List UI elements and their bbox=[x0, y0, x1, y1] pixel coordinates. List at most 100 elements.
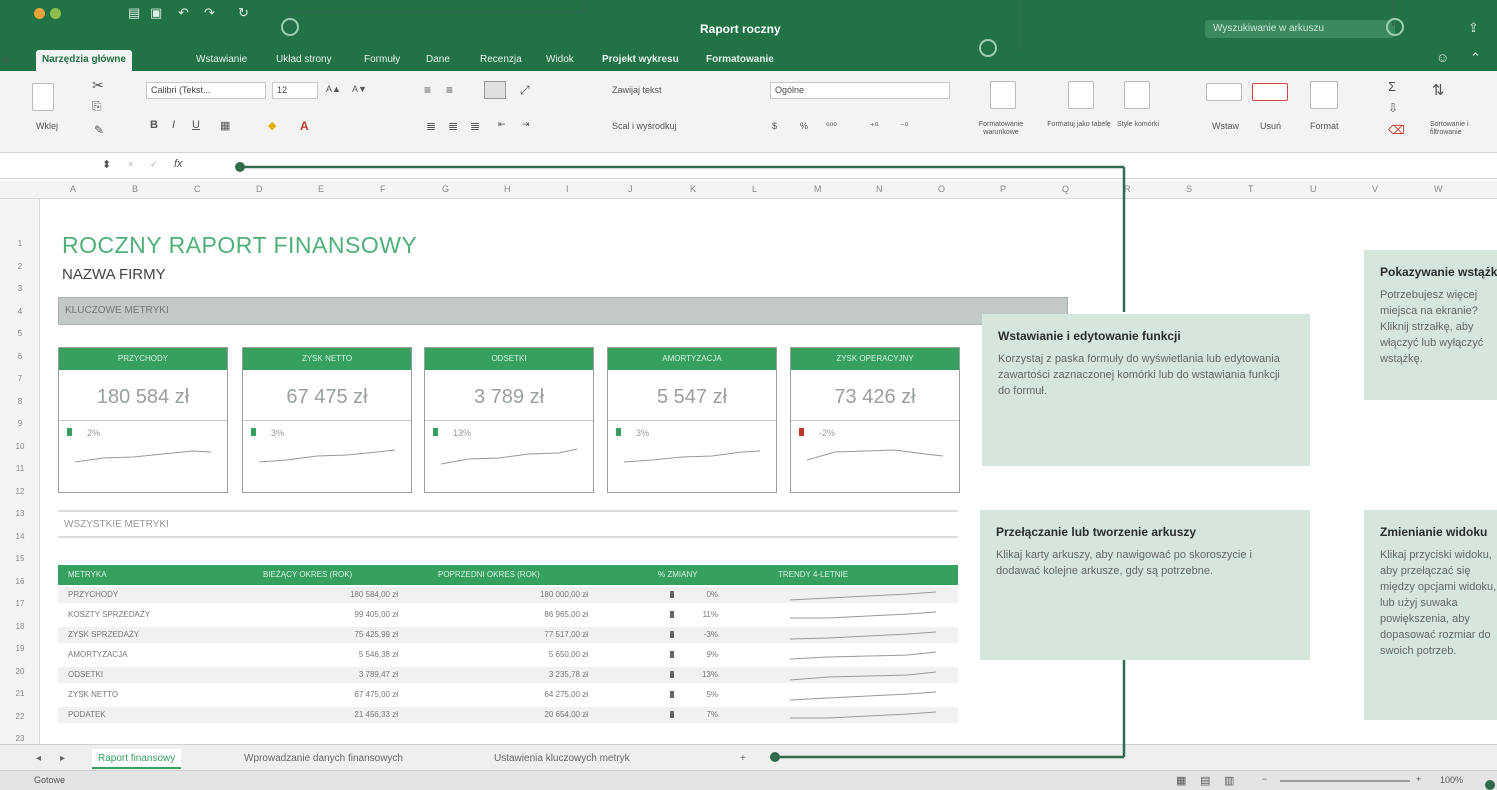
copy-icon[interactable]: ⎘ bbox=[92, 99, 102, 114]
normal-view-icon[interactable]: ▦ bbox=[1176, 774, 1186, 787]
currency-button[interactable]: $ bbox=[772, 121, 777, 131]
row-header[interactable]: 1 bbox=[0, 239, 40, 248]
page-break-view-icon[interactable]: ▥ bbox=[1224, 774, 1234, 787]
decrease-decimal-icon[interactable]: ⁻⁰ bbox=[900, 121, 908, 132]
fill-color-icon[interactable]: ◆ bbox=[268, 119, 276, 132]
insert-cells-icon[interactable] bbox=[1206, 83, 1242, 101]
name-box-arrow-icon[interactable]: ⬍ bbox=[102, 158, 111, 171]
italic-button[interactable]: I bbox=[172, 119, 175, 131]
tab-format[interactable]: Formatowanie bbox=[700, 50, 780, 71]
row-header[interactable]: 5 bbox=[0, 329, 40, 338]
row-header[interactable]: 11 bbox=[0, 464, 40, 473]
table-row[interactable]: ODSETKI 3 789,47 zł 3 235,78 zł 13% bbox=[58, 667, 958, 683]
align-bottom-icon[interactable] bbox=[484, 81, 506, 99]
row-header[interactable]: 20 bbox=[0, 667, 40, 676]
tab-view[interactable]: Widok bbox=[540, 50, 580, 71]
undo-icon[interactable]: ↶ bbox=[178, 5, 189, 21]
row-header[interactable]: 10 bbox=[0, 442, 40, 451]
table-row[interactable]: KOSZTY SPRZEDAŻY 99 405,00 zł 86 965,00 zł… bbox=[58, 607, 958, 623]
merge-center-button[interactable]: Scal i wyśrodkuj bbox=[612, 121, 677, 131]
tab-review[interactable]: Recenzja bbox=[474, 50, 528, 71]
fill-icon[interactable]: ⇩ bbox=[1388, 101, 1398, 115]
column-header[interactable]: U bbox=[1310, 184, 1317, 194]
column-header[interactable]: N bbox=[876, 184, 883, 194]
tab-insert[interactable]: Wstawianie bbox=[190, 50, 253, 71]
zoom-out-icon[interactable]: − bbox=[1262, 774, 1267, 784]
tab-home[interactable]: Narzędzia główne bbox=[36, 50, 132, 71]
search-input[interactable]: Wyszukiwanie w arkuszu bbox=[1205, 20, 1395, 38]
percent-button[interactable]: % bbox=[800, 121, 808, 131]
borders-icon[interactable]: ▦ bbox=[220, 119, 230, 132]
row-header[interactable]: 2 bbox=[0, 262, 40, 271]
column-header[interactable]: C bbox=[194, 184, 201, 194]
conditional-formatting-icon[interactable] bbox=[990, 81, 1016, 109]
column-header[interactable]: V bbox=[1372, 184, 1378, 194]
page-layout-view-icon[interactable]: ▤ bbox=[1200, 774, 1210, 787]
row-header[interactable]: 3 bbox=[0, 284, 40, 293]
column-header[interactable]: I bbox=[566, 184, 569, 194]
cell-styles-icon[interactable] bbox=[1124, 81, 1150, 109]
cut-icon[interactable]: ✂ bbox=[92, 77, 104, 94]
underline-button[interactable]: U bbox=[192, 119, 200, 131]
row-header[interactable]: 18 bbox=[0, 622, 40, 631]
tab-chart-design[interactable]: Projekt wykresu bbox=[596, 50, 685, 71]
column-header[interactable]: P bbox=[1000, 184, 1006, 194]
clear-icon[interactable]: ⌫ bbox=[1388, 123, 1405, 137]
column-header[interactable]: A bbox=[70, 184, 76, 194]
ribbon-collapse-icon[interactable]: ⌃ bbox=[1470, 50, 1481, 66]
row-header[interactable]: 22 bbox=[0, 712, 40, 721]
scroll-tabs-right-icon[interactable]: ▸ bbox=[54, 749, 71, 769]
table-row[interactable]: ZYSK NETTO 67 475,00 zł 64 275,00 zł 5% bbox=[58, 687, 958, 703]
kpi-card[interactable]: AMORTYZACJA 5 547 zł 3% bbox=[607, 347, 777, 493]
row-header[interactable]: 16 bbox=[0, 577, 40, 586]
column-header[interactable]: F bbox=[380, 184, 386, 194]
delete-cells-icon[interactable] bbox=[1252, 83, 1288, 101]
tab-formulas[interactable]: Formuły bbox=[358, 50, 406, 71]
decrease-indent-icon[interactable]: ⇤ bbox=[498, 119, 506, 130]
orientation-icon[interactable]: ⤢ bbox=[520, 83, 530, 98]
format-painter-icon[interactable]: ✎ bbox=[94, 123, 104, 137]
column-header[interactable]: L bbox=[752, 184, 757, 194]
row-header[interactable]: 17 bbox=[0, 599, 40, 608]
font-size-select[interactable]: 12 bbox=[272, 82, 318, 99]
zoom-slider[interactable] bbox=[1280, 780, 1410, 782]
sheet-tab-kpi-settings[interactable]: Ustawienia kluczowych metryk bbox=[488, 749, 636, 769]
row-header[interactable]: 9 bbox=[0, 419, 40, 428]
column-header[interactable]: G bbox=[442, 184, 449, 194]
format-cells-icon[interactable] bbox=[1310, 81, 1338, 109]
autosum-icon[interactable]: Σ bbox=[1388, 79, 1396, 94]
align-left-icon[interactable]: ≣ bbox=[426, 119, 436, 133]
column-header[interactable]: O bbox=[938, 184, 945, 194]
confirm-entry-icon[interactable]: ✓ bbox=[150, 159, 158, 170]
smiley-icon[interactable]: ☺ bbox=[1436, 50, 1449, 65]
column-header[interactable]: T bbox=[1248, 184, 1254, 194]
format-as-table-icon[interactable] bbox=[1068, 81, 1094, 109]
align-top-icon[interactable]: ≡ bbox=[424, 83, 431, 97]
row-header[interactable]: 21 bbox=[0, 689, 40, 698]
increase-decimal-icon[interactable]: ⁺⁰ bbox=[870, 121, 878, 132]
comma-style-icon[interactable]: ⁰⁰⁰ bbox=[826, 121, 837, 132]
kpi-card[interactable]: PRZYCHODY 180 584 zł 2% bbox=[58, 347, 228, 493]
font-select[interactable]: Calibri (Tekst... bbox=[146, 82, 266, 99]
tab-data[interactable]: Dane bbox=[420, 50, 456, 71]
share-icon[interactable]: ⇪ bbox=[1468, 20, 1479, 36]
formula-input[interactable] bbox=[200, 157, 1480, 175]
save-icon[interactable]: ▣ bbox=[150, 5, 162, 21]
row-header[interactable]: 13 bbox=[0, 509, 40, 518]
insert-function-button[interactable]: fx bbox=[174, 158, 183, 170]
minimize-window-button[interactable] bbox=[34, 8, 45, 19]
column-header[interactable]: S bbox=[1186, 184, 1192, 194]
column-header[interactable]: J bbox=[628, 184, 633, 194]
row-header[interactable]: 4 bbox=[0, 307, 40, 316]
column-header[interactable]: R bbox=[1124, 184, 1131, 194]
row-header[interactable]: 8 bbox=[0, 397, 40, 406]
add-sheet-button[interactable]: + bbox=[734, 749, 752, 769]
align-middle-icon[interactable]: ≡ bbox=[446, 83, 453, 97]
table-row[interactable]: PODATEK 21 456,33 zł 20 654,00 zł 7% bbox=[58, 707, 958, 723]
wrap-text-button[interactable]: Zawijaj tekst bbox=[612, 85, 662, 95]
column-header[interactable]: B bbox=[132, 184, 138, 194]
align-center-icon[interactable]: ≣ bbox=[448, 119, 458, 133]
cancel-entry-icon[interactable]: × bbox=[128, 159, 133, 169]
paste-icon[interactable] bbox=[32, 83, 54, 111]
scroll-tabs-left-icon[interactable]: ◂ bbox=[30, 749, 47, 769]
